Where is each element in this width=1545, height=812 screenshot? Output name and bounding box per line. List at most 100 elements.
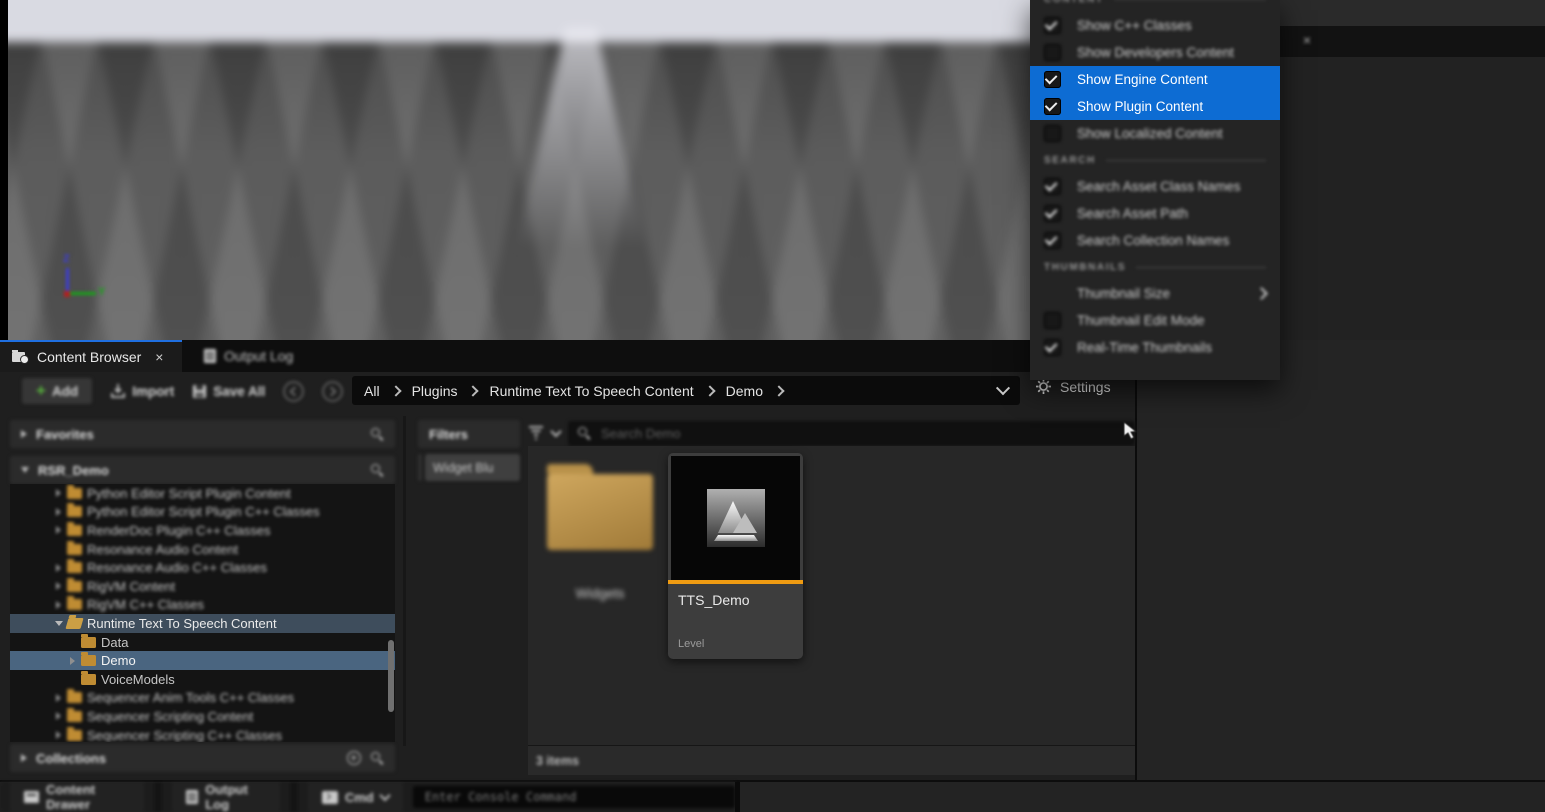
checkbox-checked[interactable] xyxy=(1044,71,1061,88)
import-button[interactable]: Import xyxy=(110,383,174,399)
asset-card-tts-demo[interactable]: TTS_Demo Level xyxy=(668,453,803,659)
tree-item-runtime-text-to-speech-content[interactable]: Runtime Text To Speech Content xyxy=(10,614,395,633)
save-all-button[interactable]: Save All xyxy=(192,384,265,399)
history-back-button[interactable] xyxy=(283,381,304,402)
content-drawer-button[interactable]: Content Drawer xyxy=(10,782,144,812)
level-viewport[interactable]: Z Y xyxy=(8,0,1030,340)
tree-item-data[interactable]: Data xyxy=(10,633,395,652)
project-sources-header[interactable]: RSR_Demo xyxy=(10,456,395,484)
filter-chip-widget-blueprint[interactable]: Widget Blu xyxy=(425,454,520,481)
tree-item-rigvm-content[interactable]: RigVM Content xyxy=(10,577,395,596)
check-icon xyxy=(1045,233,1058,246)
settings-button[interactable]: Settings xyxy=(1035,378,1111,395)
menu-item-thumbnail-edit-mode[interactable]: Thumbnail Edit Mode xyxy=(1030,307,1280,334)
tree-item-rigvm-c-classes[interactable]: RigVM C++ Classes xyxy=(10,596,395,615)
search-icon[interactable] xyxy=(370,427,384,441)
expand-arrow-icon[interactable] xyxy=(56,526,61,534)
output-log-icon xyxy=(186,790,198,804)
tree-item-resonance-audio-content[interactable]: Resonance Audio Content xyxy=(10,540,395,559)
checkbox[interactable] xyxy=(1044,44,1061,61)
menu-item-show-localized-content[interactable]: Show Localized Content xyxy=(1030,120,1280,147)
divider xyxy=(1136,267,1266,268)
add-button[interactable]: + Add xyxy=(22,378,92,404)
tree-item-python-editor-script-plugin-content[interactable]: Python Editor Script Plugin Content xyxy=(10,484,395,503)
close-icon[interactable]: × xyxy=(1298,31,1316,49)
chevron-down-icon[interactable] xyxy=(379,790,390,801)
path-dropdown-icon[interactable] xyxy=(996,381,1010,395)
tree-item-voicemodels[interactable]: VoiceModels xyxy=(10,670,395,689)
checkbox-checked[interactable] xyxy=(1044,232,1061,249)
menu-item-show-c-classes[interactable]: Show C++ Classes xyxy=(1030,12,1280,39)
panel-divider[interactable] xyxy=(403,416,406,746)
checkbox-checked[interactable] xyxy=(1044,339,1061,356)
expand-arrow-icon[interactable] xyxy=(56,564,61,572)
menu-item-label: Show Plugin Content xyxy=(1077,99,1203,114)
menu-item-show-engine-content[interactable]: Show Engine Content xyxy=(1030,66,1280,93)
output-log-button[interactable]: Output Log xyxy=(172,782,280,812)
expand-arrow-icon[interactable] xyxy=(56,712,61,720)
folder-icon xyxy=(67,599,82,610)
tree-item-sequencer-anim-tools-c-classes[interactable]: Sequencer Anim Tools C++ Classes xyxy=(10,689,395,708)
breadcrumb-item-all[interactable]: All xyxy=(364,383,380,399)
console-command-box[interactable] xyxy=(413,786,735,808)
search-icon[interactable] xyxy=(370,751,384,765)
expand-arrow-icon[interactable] xyxy=(56,582,61,590)
close-icon[interactable]: × xyxy=(155,349,163,365)
cmd-button[interactable]: Cmd xyxy=(308,782,403,812)
checkbox[interactable] xyxy=(1044,125,1061,142)
tab-label: Content Browser xyxy=(37,349,141,365)
menu-item-search-asset-path[interactable]: Search Asset Path xyxy=(1030,200,1280,227)
history-forward-button[interactable] xyxy=(322,381,343,402)
search-icon[interactable] xyxy=(370,463,384,477)
checkbox-checked[interactable] xyxy=(1044,98,1061,115)
tree-item-label: VoiceModels xyxy=(101,672,175,687)
tab-content-browser[interactable]: Content Browser × xyxy=(0,340,182,372)
menu-item-search-asset-class-names[interactable]: Search Asset Class Names xyxy=(1030,173,1280,200)
checkbox-checked[interactable] xyxy=(1044,178,1061,195)
tree-scrollbar[interactable] xyxy=(388,640,394,712)
arrow-slot xyxy=(52,526,65,534)
collapse-arrow-icon[interactable] xyxy=(55,621,63,626)
tree-item-renderdoc-plugin-c-classes[interactable]: RenderDoc Plugin C++ Classes xyxy=(10,521,395,540)
favorites-header[interactable]: Favorites xyxy=(10,420,395,448)
check-icon xyxy=(1045,340,1058,353)
breadcrumb-item-demo[interactable]: Demo xyxy=(726,383,763,399)
tree-item-resonance-audio-c-classes[interactable]: Resonance Audio C++ Classes xyxy=(10,558,395,577)
checkbox-checked[interactable] xyxy=(1044,17,1061,34)
expand-arrow-icon[interactable] xyxy=(56,489,61,497)
tree-item-python-editor-script-plugin-c-classes[interactable]: Python Editor Script Plugin C++ Classes xyxy=(10,503,395,522)
filter-dropdown-icon[interactable] xyxy=(550,426,561,437)
collections-header[interactable]: Collections xyxy=(10,744,395,772)
checkbox-checked[interactable] xyxy=(1044,205,1061,222)
add-collection-icon[interactable] xyxy=(347,751,361,765)
menu-item-show-developers-content[interactable]: Show Developers Content xyxy=(1030,39,1280,66)
arrow-slot xyxy=(52,564,65,572)
expand-arrow-icon[interactable] xyxy=(70,657,75,665)
checkbox[interactable] xyxy=(1044,312,1061,329)
arrow-slot xyxy=(52,601,65,609)
folder-icon xyxy=(81,674,96,685)
search-box[interactable] xyxy=(568,421,1135,446)
breadcrumb-item-runtime-text-to-speech-content[interactable]: Runtime Text To Speech Content xyxy=(489,383,693,399)
folder-tile-widgets[interactable]: Widgets xyxy=(534,462,666,601)
menu-item-show-plugin-content[interactable]: Show Plugin Content xyxy=(1030,93,1280,120)
expand-arrow-icon[interactable] xyxy=(56,731,61,739)
folder-icon xyxy=(547,474,653,550)
menu-item-search-collection-names[interactable]: Search Collection Names xyxy=(1030,227,1280,254)
tree-item-sequencer-scripting-content[interactable]: Sequencer Scripting Content xyxy=(10,707,395,726)
menu-item-real-time-thumbnails[interactable]: Real-Time Thumbnails xyxy=(1030,334,1280,361)
menu-item-thumbnail-size[interactable]: Thumbnail Size xyxy=(1030,280,1280,307)
tab-output-log[interactable]: Output Log xyxy=(192,340,305,372)
tree-item-demo[interactable]: Demo xyxy=(10,651,395,670)
tree-item-label: Python Editor Script Plugin C++ Classes xyxy=(87,504,320,519)
search-input[interactable] xyxy=(599,425,1126,442)
expand-arrow-icon[interactable] xyxy=(56,694,61,702)
folder-tree: Python Editor Script Plugin ContentPytho… xyxy=(10,484,395,742)
expand-arrow-icon[interactable] xyxy=(56,601,61,609)
console-command-input[interactable] xyxy=(423,789,725,805)
expand-arrow-icon[interactable] xyxy=(56,508,61,516)
filter-funnel-icon[interactable] xyxy=(528,426,544,440)
arrow-slot xyxy=(52,731,65,739)
tree-item-sequencer-scripting-c-classes[interactable]: Sequencer Scripting C++ Classes xyxy=(10,726,395,742)
breadcrumb-item-plugins[interactable]: Plugins xyxy=(412,383,458,399)
